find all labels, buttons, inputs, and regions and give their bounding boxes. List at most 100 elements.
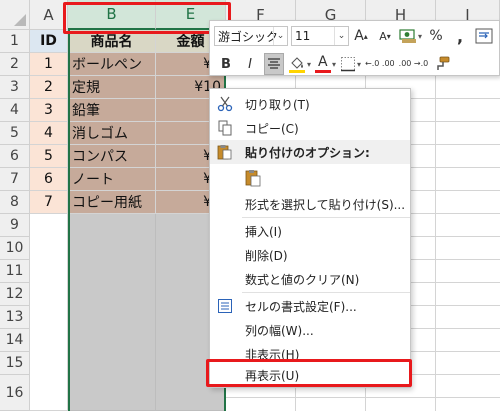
name-cell[interactable]: コピー用紙 <box>68 191 156 214</box>
wrap-text-icon <box>475 28 493 44</box>
row-header[interactable]: 12 <box>0 283 30 306</box>
name-cell[interactable]: コンパス <box>68 145 156 168</box>
row-header[interactable]: 7 <box>0 168 30 191</box>
grow-font-button[interactable]: A ▴ <box>351 25 371 47</box>
bold-button[interactable]: B <box>216 53 236 75</box>
id-cell[interactable]: 1 <box>30 53 68 76</box>
name-cell[interactable]: ノート <box>68 168 156 191</box>
paste-default-icon[interactable] <box>243 168 263 188</box>
shrink-font-caret-icon: ▾ <box>386 31 391 41</box>
row-header[interactable]: 4 <box>0 99 30 122</box>
row-header[interactable]: 6 <box>0 145 30 168</box>
selected-empty-cells-b[interactable] <box>68 214 156 411</box>
select-all-triangle-icon <box>14 14 26 26</box>
align-center-button[interactable] <box>264 53 284 75</box>
font-color-letter: A <box>318 54 328 70</box>
row-header[interactable]: 2 <box>0 53 30 76</box>
menu-item-copy[interactable]: コピー(C) <box>210 116 410 140</box>
decrease-decimal-label: .00 →.0 <box>398 59 429 68</box>
row-header[interactable]: 5 <box>0 122 30 145</box>
row-header[interactable]: 13 <box>0 306 30 329</box>
accounting-format-button[interactable]: ▾ <box>399 25 422 47</box>
name-cell[interactable]: 消しゴム <box>68 122 156 145</box>
font-color-button[interactable]: A ▾ <box>315 53 336 75</box>
format-painter-icon <box>437 56 450 70</box>
borders-button[interactable]: ▾ <box>340 53 361 75</box>
menu-item-label: セルの書式設定(F)... <box>245 299 357 314</box>
font-size-value: 11 <box>295 29 311 43</box>
menu-item-cut[interactable]: 切り取り(T) <box>210 92 410 116</box>
id-cell[interactable]: 2 <box>30 76 68 99</box>
grow-font-caret-icon: ▴ <box>363 31 368 41</box>
menu-separator <box>242 292 410 293</box>
format-painter-button[interactable] <box>432 53 452 75</box>
row-header[interactable]: 10 <box>0 237 30 260</box>
menu-item-label: 数式と値のクリア(N) <box>245 272 360 287</box>
menu-item-label: 列の幅(W)... <box>245 323 314 338</box>
row-header[interactable]: 3 <box>0 76 30 99</box>
row-header[interactable]: 8 <box>0 191 30 214</box>
name-cell[interactable]: ボールペン <box>68 53 156 76</box>
menu-section-label: 貼り付けのオプション: <box>245 145 370 160</box>
empty-cells-a[interactable] <box>30 214 68 411</box>
row-header[interactable]: 1 <box>0 30 30 53</box>
id-cell[interactable]: 3 <box>30 99 68 122</box>
paste-icon <box>216 143 234 161</box>
align-center-icon <box>268 58 280 69</box>
format-cells-icon <box>216 297 234 315</box>
scissors-icon <box>216 95 234 113</box>
dropdown-arrow-icon: ▾ <box>332 59 337 69</box>
font-name-select[interactable]: 游ゴシック ⌄ <box>214 26 288 46</box>
id-cell[interactable]: 7 <box>30 191 68 214</box>
menu-section-paste-options: 貼り付けのオプション: <box>210 140 410 164</box>
chevron-down-icon: ⌄ <box>334 27 348 45</box>
chevron-down-icon: ⌄ <box>273 27 287 45</box>
decrease-decimal-button[interactable]: .00 →.0 <box>399 53 429 75</box>
row-header[interactable]: 9 <box>0 214 30 237</box>
menu-item-paste-special[interactable]: 形式を選択して貼り付け(S)... <box>210 192 410 216</box>
menu-item-clear-contents[interactable]: 数式と値のクリア(N) <box>210 267 410 291</box>
shrink-font-button[interactable]: A ▾ <box>375 25 395 47</box>
menu-item-label: 形式を選択して貼り付け(S)... <box>245 197 406 212</box>
menu-item-label: 削除(D) <box>245 248 288 263</box>
dropdown-arrow-icon: ▾ <box>418 31 423 41</box>
paste-option-row <box>210 164 410 192</box>
font-size-select[interactable]: 11 ⌄ <box>291 26 349 46</box>
row-header[interactable]: 11 <box>0 260 30 283</box>
italic-button[interactable]: I <box>240 53 260 75</box>
menu-item-delete[interactable]: 削除(D) <box>210 243 410 267</box>
context-menu: 切り取り(T) コピー(C) 貼り付けのオプション: 形式を選択して貼り付け(S… <box>209 88 411 388</box>
row-header[interactable]: 14 <box>0 329 30 352</box>
header-cell-id[interactable]: ID <box>30 30 68 53</box>
menu-item-insert[interactable]: 挿入(I) <box>210 219 410 243</box>
row-header[interactable]: 16 <box>0 375 30 411</box>
id-cell[interactable]: 6 <box>30 168 68 191</box>
id-cell[interactable]: 5 <box>30 145 68 168</box>
font-color-swatch <box>315 70 332 73</box>
id-cell[interactable]: 4 <box>30 122 68 145</box>
menu-item-label: 挿入(I) <box>245 224 282 239</box>
percent-style-button[interactable]: % <box>426 25 446 47</box>
menu-separator <box>242 217 410 218</box>
increase-decimal-button[interactable]: ←.0 .00 <box>365 53 395 75</box>
copy-icon <box>216 119 234 137</box>
highlight-unhide-item <box>206 359 412 387</box>
menu-item-label: 切り取り(T) <box>245 97 310 112</box>
fill-color-button[interactable]: ▾ <box>288 53 311 75</box>
select-all-corner[interactable] <box>0 0 30 30</box>
shrink-font-label: A <box>379 29 387 43</box>
paint-bucket-icon <box>289 57 305 73</box>
wrap-text-button[interactable] <box>474 25 494 47</box>
dropdown-arrow-icon: ▾ <box>357 59 362 69</box>
mini-toolbar: 游ゴシック ⌄ 11 ⌄ A ▴ A ▾ ▾ % , B I ▾ A ▾ ▾ ←… <box>209 20 500 76</box>
accounting-format-icon <box>399 29 416 43</box>
name-cell[interactable]: 定規 <box>68 76 156 99</box>
grow-font-label: A <box>354 28 364 44</box>
menu-item-column-width[interactable]: 列の幅(W)... <box>210 318 410 342</box>
increase-decimal-label: ←.0 .00 <box>365 59 395 68</box>
row-header[interactable]: 15 <box>0 352 30 375</box>
name-cell[interactable]: 鉛筆 <box>68 99 156 122</box>
menu-item-format-cells[interactable]: セルの書式設定(F)... <box>210 294 410 318</box>
menu-item-label: コピー(C) <box>245 121 299 136</box>
comma-style-button[interactable]: , <box>450 25 470 47</box>
